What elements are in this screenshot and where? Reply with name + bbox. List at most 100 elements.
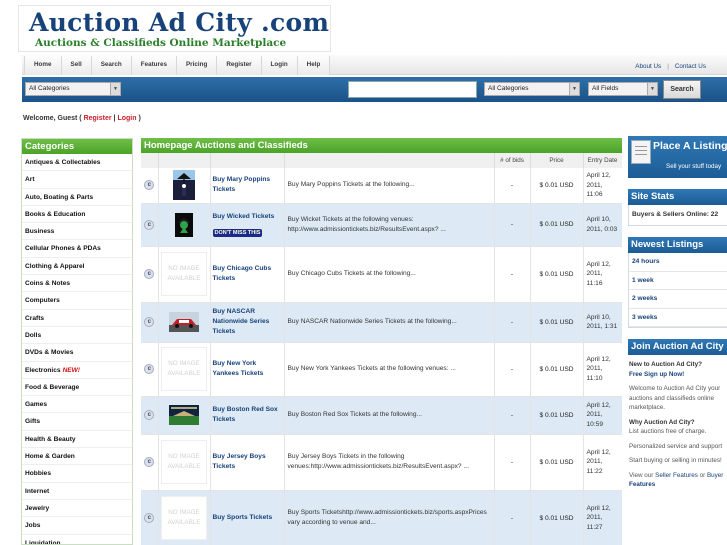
listing-type-cell: c	[141, 342, 159, 397]
category-item[interactable]: Liquidation	[22, 535, 132, 545]
listing-row[interactable]: c Buy Boston Red Sox Tickets Buy Boston Re…	[141, 396, 622, 435]
welcome-suffix: )	[138, 115, 141, 122]
listing-thumbnail[interactable]	[161, 210, 207, 240]
category-select[interactable]: All Categories ▼	[484, 82, 580, 96]
fields-select[interactable]: All Fields ▼	[588, 82, 658, 96]
no-image-placeholder[interactable]: NO IMAGE AVAILABLE	[161, 252, 207, 296]
category-item[interactable]: Crafts	[22, 310, 132, 327]
listing-title-link[interactable]: Buy Jersey Boys Tickets	[213, 452, 282, 472]
tab-help[interactable]: Help	[297, 56, 331, 75]
category-item[interactable]: Business	[22, 223, 132, 241]
search-button[interactable]: Search	[663, 80, 701, 99]
category-label: Jewelry	[25, 504, 50, 512]
listing-title-cell: Buy New York Yankees Tickets	[210, 342, 285, 397]
listing-title-link[interactable]: Buy Wicked Tickets	[213, 212, 282, 222]
category-label: Art	[25, 176, 35, 184]
listing-bids: -	[494, 434, 531, 491]
nav-tabs: Home Sell Search Features Pricing Regist…	[24, 56, 331, 75]
category-item[interactable]: Auto, Boating & Parts	[22, 189, 132, 206]
listing-title-link[interactable]: Buy Boston Red Sox Tickets	[213, 405, 282, 425]
category-item[interactable]: Coins & Notes	[22, 275, 132, 293]
listing-row[interactable]: c Buy Mary Poppins Tickets Buy Mary Poppin…	[141, 168, 622, 204]
category-label: Clothing & Apparel	[25, 262, 85, 270]
category-label: Liquidation	[25, 539, 61, 545]
free-signup-link[interactable]: Free Sign up Now!	[628, 370, 727, 380]
listing-row[interactable]: c NO IMAGE AVAILABLE Buy Chicago Cubs Tick…	[141, 246, 622, 303]
contact-us-link[interactable]: Contact Us	[675, 63, 706, 70]
no-image-placeholder[interactable]: NO IMAGE AVAILABLE	[161, 496, 207, 540]
tab-home[interactable]: Home	[24, 56, 62, 75]
login-link[interactable]: Login	[117, 115, 136, 122]
category-item[interactable]: Internet	[22, 483, 132, 500]
category-label: Cellular Phones & PDAs	[25, 245, 101, 253]
features-link[interactable]: Features	[628, 480, 727, 490]
no-image-placeholder[interactable]: NO IMAGE AVAILABLE	[161, 440, 207, 484]
listing-price: $ 0.01 USD	[530, 396, 584, 435]
listing-thumbnail[interactable]	[161, 400, 207, 430]
newest-24-hours-link[interactable]: 24 hours	[629, 253, 727, 272]
category-item[interactable]: Gifts	[22, 413, 132, 431]
category-item[interactable]: Jewelry	[22, 500, 132, 518]
buyer-features-link[interactable]: Buyer	[707, 472, 723, 479]
category-item[interactable]: Cellular Phones & PDAs	[22, 240, 132, 258]
listing-title-link[interactable]: Buy Chicago Cubs Tickets	[213, 264, 282, 284]
seller-features-link[interactable]: Seller Features	[655, 472, 698, 479]
newest-1-week-link[interactable]: 1 week	[629, 272, 727, 290]
listing-row[interactable]: c Buy NASCAR Nationwide Series Tickets Buy…	[141, 302, 622, 343]
newest-2-weeks-link[interactable]: 2 weeks	[629, 290, 727, 309]
listing-row[interactable]: c NO IMAGE AVAILABLE Buy Sports Tickets Buy…	[141, 490, 622, 545]
col-header-entry-date: Entry Date	[583, 153, 622, 168]
tab-pricing[interactable]: Pricing	[176, 56, 218, 75]
category-item[interactable]: Dolls	[22, 327, 132, 345]
category-item[interactable]: Computers	[22, 292, 132, 310]
no-image-text: NO IMAGE AVAILABLE	[167, 360, 201, 377]
category-item[interactable]: Games	[22, 396, 132, 414]
listing-title-cell: Buy Chicago Cubs Tickets	[210, 246, 285, 303]
tab-login[interactable]: Login	[261, 56, 298, 75]
category-item[interactable]: Health & Beauty	[22, 431, 132, 449]
category-label: Electronics	[25, 366, 61, 374]
category-label: Hobbies	[25, 470, 52, 478]
classified-icon: c	[144, 219, 155, 230]
listing-bids: -	[494, 246, 531, 303]
about-us-link[interactable]: About Us	[635, 63, 661, 70]
tab-register[interactable]: Register	[217, 56, 262, 75]
listing-price: $ 0.01 USD	[530, 490, 584, 545]
newest-listings-title: Newest Listings	[628, 237, 727, 253]
listing-row[interactable]: c Buy Wicked Tickets DON'T MISS THIS Buy Wi…	[141, 203, 622, 247]
listing-title-link[interactable]: Buy Sports Tickets	[213, 513, 282, 523]
keyword-input[interactable]	[348, 81, 477, 98]
listings-panel: Homepage Auctions and Classifieds # of b…	[141, 138, 622, 545]
tab-search[interactable]: Search	[91, 56, 132, 75]
category-item[interactable]: Jobs	[22, 517, 132, 535]
view-features-line: View our Seller Features or Buyer	[628, 471, 727, 481]
category-item[interactable]: Antiques & Collectables	[22, 154, 132, 172]
category-item[interactable]: Art	[22, 171, 132, 189]
site-logo[interactable]: Auction Ad City .com Auctions & Classifi…	[18, 5, 331, 52]
category-item[interactable]: Food & Beverage	[22, 379, 132, 397]
listing-title-link[interactable]: Buy Mary Poppins Tickets	[213, 175, 282, 195]
listing-title-link[interactable]: Buy NASCAR Nationwide Series Tickets	[213, 307, 282, 337]
place-listing-banner[interactable]: Place A Listing Sell your stuff today	[628, 136, 727, 178]
listing-entry-date: April 12, 2011, 11:27	[583, 490, 622, 545]
online-count: Buyers & Sellers Online: 22	[632, 211, 719, 218]
listing-row[interactable]: c NO IMAGE AVAILABLE Buy New York Yankees …	[141, 342, 622, 397]
listing-title-link[interactable]: Buy New York Yankees Tickets	[213, 359, 282, 379]
category-item[interactable]: Electronics NEW!	[22, 362, 132, 379]
listing-thumbnail[interactable]	[161, 170, 207, 201]
listing-thumbnail[interactable]	[161, 307, 207, 337]
tab-sell[interactable]: Sell	[61, 56, 92, 75]
tab-features[interactable]: Features	[131, 56, 177, 75]
newest-3-weeks-link[interactable]: 3 weeks	[629, 309, 727, 327]
category-item[interactable]: Home & Garden	[22, 448, 132, 466]
listing-row[interactable]: c NO IMAGE AVAILABLE Buy Jersey Boys Ticke…	[141, 434, 622, 491]
category-item[interactable]: Hobbies	[22, 465, 132, 483]
category-item[interactable]: Clothing & Apparel	[22, 258, 132, 276]
category-item[interactable]: DVDs & Movies	[22, 344, 132, 362]
register-link[interactable]: Register	[84, 115, 112, 122]
category-label: Books & Education	[25, 210, 86, 218]
category-item[interactable]: Books & Education	[22, 206, 132, 224]
category-select-left[interactable]: All Categories ▼	[25, 82, 121, 96]
col-header-title	[210, 153, 285, 168]
no-image-placeholder[interactable]: NO IMAGE AVAILABLE	[161, 347, 207, 391]
